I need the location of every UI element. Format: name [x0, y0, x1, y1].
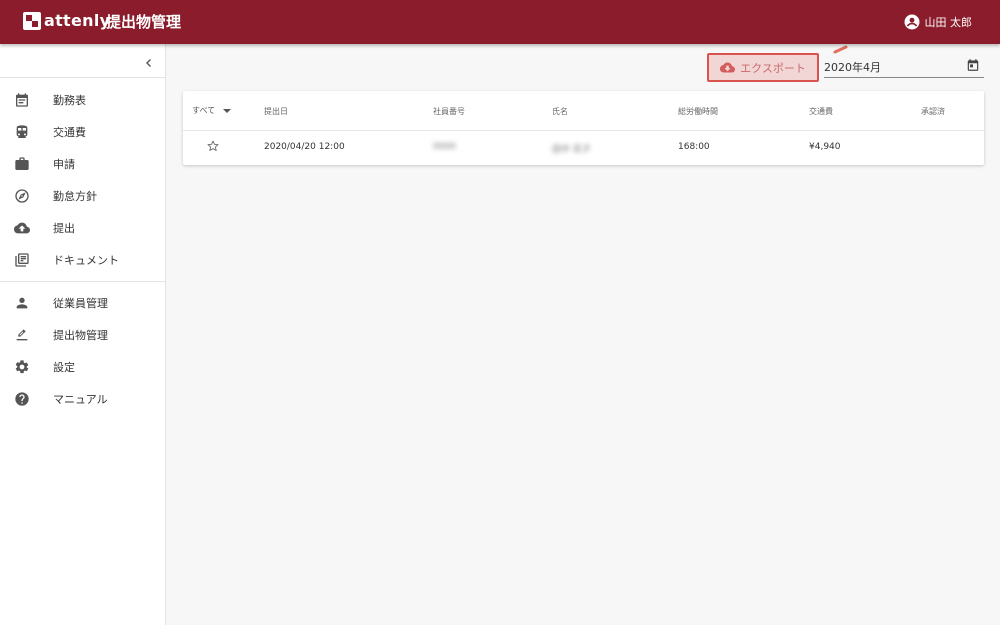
cell-total-hours: 168:00 — [678, 142, 710, 152]
sidebar-divider — [0, 281, 166, 282]
sidebar-item-label: 提出物管理 — [53, 329, 108, 342]
sidebar-item-submissions[interactable]: 提出物管理 — [0, 320, 166, 350]
cloud-download-icon — [720, 62, 736, 73]
sidebar-item-documents[interactable]: ドキュメント — [0, 245, 166, 275]
sidebar-item-submit[interactable]: 提出 — [0, 213, 166, 243]
logo-mark-icon — [23, 12, 41, 30]
sidebar-item-request[interactable]: 申請 — [0, 149, 166, 179]
sidebar-divider — [0, 77, 166, 78]
column-header[interactable]: 社員番号 — [433, 106, 465, 117]
calendar-icon[interactable] — [966, 58, 980, 72]
column-header[interactable]: 氏名 — [552, 106, 568, 117]
sidebar-item-timesheet[interactable]: 勤務表 — [0, 85, 166, 115]
sidebar-item-manual[interactable]: マニュアル — [0, 384, 166, 414]
sidebar-item-label: 申請 — [53, 158, 75, 171]
cell-name: 田中 花子 — [552, 145, 591, 155]
person-icon — [14, 295, 30, 311]
sidebar-item-settings[interactable]: 設定 — [0, 352, 166, 382]
status-filter-label: すべて — [192, 106, 216, 115]
collapse-sidebar-button[interactable] — [140, 54, 158, 72]
sidebar-item-label: 従業員管理 — [53, 297, 108, 310]
calendar-icon — [14, 92, 30, 108]
sidebar-item-label: ドキュメント — [53, 254, 119, 267]
app-header: attenly 提出物管理 山田 太郎 — [0, 0, 1000, 44]
train-icon — [14, 124, 30, 140]
library-icon — [14, 252, 30, 268]
app-logo[interactable]: attenly — [23, 12, 110, 30]
sidebar-item-label: 交通費 — [53, 126, 86, 139]
export-button-label: エクスポート — [740, 61, 806, 75]
sidebar-item-policy[interactable]: 勤怠方針 — [0, 181, 166, 211]
account-circle-icon — [904, 14, 919, 30]
sidebar-item-employees[interactable]: 従業員管理 — [0, 288, 166, 318]
column-header[interactable]: 承認済 — [921, 106, 945, 117]
cell-employee-no: 0000 — [433, 142, 456, 152]
submissions-table: すべて 提出日 社員番号 氏名 総労働時間 交通費 承認済 2020/04/20… — [183, 91, 984, 165]
user-name: 山田 太郎 — [924, 16, 973, 29]
logo-text: attenly — [44, 11, 111, 30]
sidebar-item-label: 勤務表 — [53, 94, 86, 107]
sidebar-item-label: 設定 — [53, 361, 75, 374]
sidebar: 勤務表 交通費 申請 勤怠方針 提出 ドキュメント 従業員管理 提出物管理 設定… — [0, 44, 166, 625]
sidebar-item-transport[interactable]: 交通費 — [0, 117, 166, 147]
cell-submitted: 2020/04/20 12:00 — [264, 142, 345, 152]
export-button[interactable]: エクスポート — [707, 53, 819, 82]
month-picker-field[interactable]: 2020年4月 — [824, 56, 984, 78]
cell-transport: ¥4,940 — [809, 142, 841, 152]
sidebar-item-label: 提出 — [53, 222, 75, 235]
gear-icon — [14, 359, 30, 375]
user-menu[interactable]: 山田 太郎 — [903, 13, 973, 31]
compass-icon — [14, 188, 30, 204]
sidebar-item-label: 勤怠方針 — [53, 190, 97, 203]
cloud-upload-icon — [14, 220, 30, 236]
table-divider — [183, 130, 984, 131]
column-header[interactable]: 提出日 — [264, 106, 288, 117]
column-header[interactable]: 交通費 — [809, 106, 833, 117]
chevron-left-icon — [146, 59, 151, 67]
stamp-icon — [14, 327, 30, 343]
help-circle-icon — [14, 391, 30, 407]
month-value: 2020年4月 — [824, 61, 881, 74]
star-outline-icon[interactable] — [206, 139, 220, 153]
page-title: 提出物管理 — [106, 13, 182, 31]
column-header[interactable]: 総労働時間 — [678, 106, 718, 117]
status-filter-dropdown[interactable]: すべて — [192, 105, 232, 116]
dropdown-caret-icon — [223, 108, 232, 113]
briefcase-icon — [14, 156, 30, 172]
sidebar-item-label: マニュアル — [53, 393, 108, 406]
